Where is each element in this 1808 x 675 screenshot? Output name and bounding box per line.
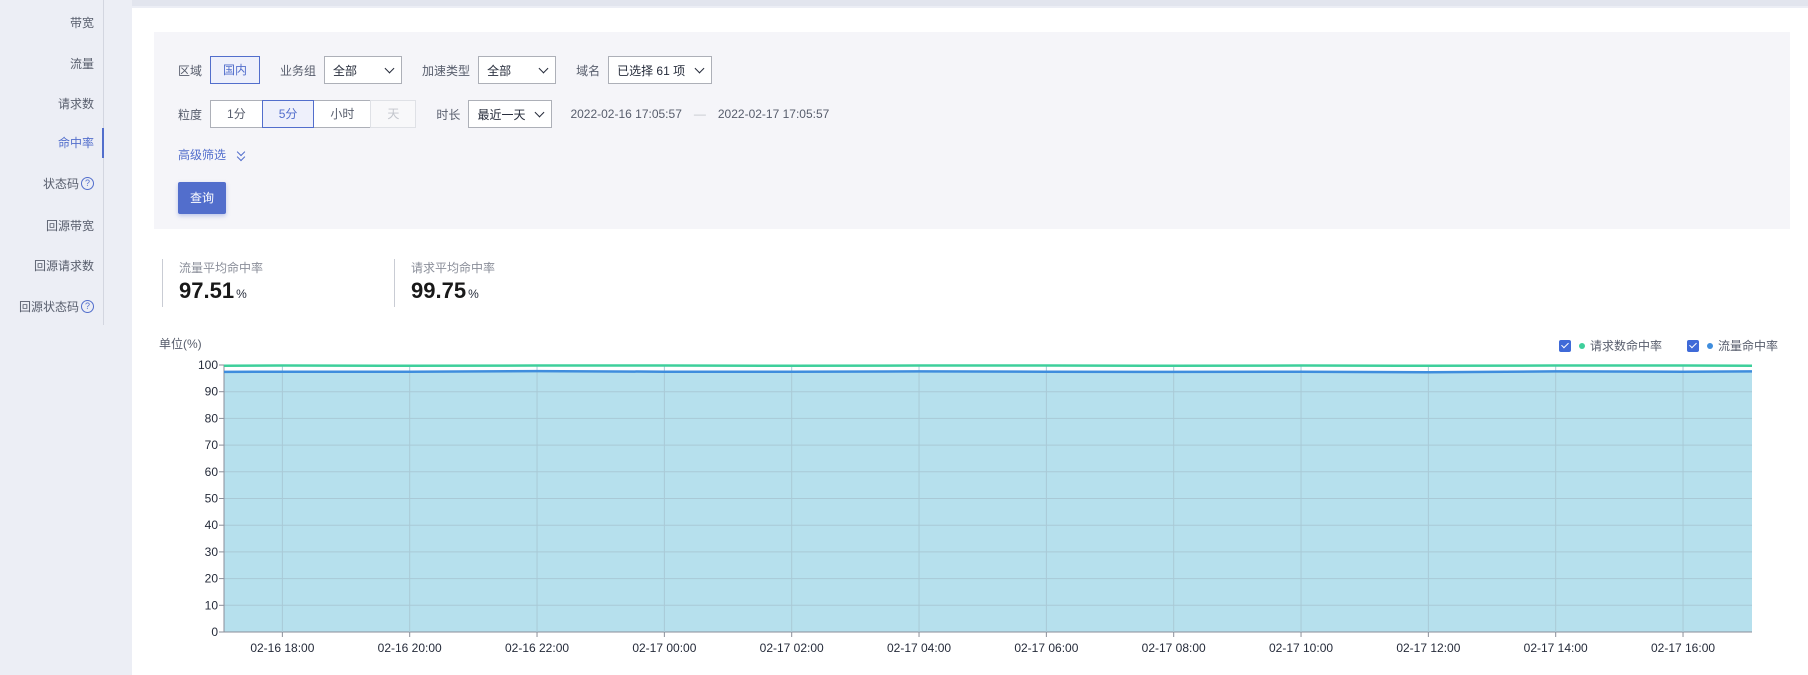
x-tick-label: 02-17 16:00 (1651, 641, 1715, 655)
x-tick-label: 02-17 12:00 (1396, 641, 1460, 655)
sidebar-item-label: 流量 (69, 57, 94, 71)
area-fill (224, 371, 1752, 632)
sidebar-item-label: 回源带宽 (45, 219, 94, 233)
x-tick-label: 02-17 10:00 (1269, 641, 1333, 655)
y-tick-label: 60 (205, 465, 219, 479)
x-tick-label: 02-17 04:00 (887, 641, 951, 655)
sidebar-item-origin-requests[interactable]: 回源请求数 (34, 251, 94, 281)
top-strip (132, 0, 1808, 6)
region-option-domestic[interactable]: 国内 (210, 56, 261, 84)
sidebar-item-label: 回源请求数 (33, 259, 94, 273)
main-card: 区域 国内 业务组 全部 加速类型 全部 域名 已选择 61 项 粒度 1分 5… (132, 8, 1808, 675)
granularity-option-5min[interactable]: 5分 (261, 100, 315, 128)
sidebar-item-label: 带宽 (69, 16, 94, 30)
help-icon[interactable]: ? (81, 300, 94, 314)
sidebar-rail (103, 0, 104, 325)
y-tick-label: 20 (205, 572, 219, 586)
x-tick-label: 02-16 18:00 (250, 641, 314, 655)
hit-rate-chart: 0 10 20 30 40 50 60 70 80 90 100 02-16 18:00 02-16 2… (198, 358, 1753, 655)
sidebar-active-indicator (102, 128, 104, 158)
x-tick-label: 02-17 02:00 (760, 641, 824, 655)
series-line-traffic-hit-rate (223, 369, 1753, 374)
sidebar-item-label: 命中率 (57, 136, 94, 150)
x-tick-label: 02-17 06:00 (1014, 641, 1078, 655)
help-icon[interactable]: ? (81, 177, 94, 191)
y-tick-label: 40 (205, 518, 219, 532)
y-tick-label: 50 (205, 492, 219, 506)
x-tick-label: 02-17 14:00 (1524, 641, 1588, 655)
x-tick-label: 02-16 22:00 (505, 641, 569, 655)
x-tick-label: 02-16 20:00 (378, 641, 442, 655)
sidebar-item-label: 请求数 (57, 97, 94, 111)
y-tick-label: 70 (205, 438, 219, 452)
sidebar-item-origin-status-code[interactable]: 回源状态码? (19, 292, 94, 322)
sidebar-item-bandwidth[interactable]: 带宽 (70, 8, 94, 38)
y-tick-label: 80 (205, 411, 219, 425)
region-selector: 国内 (210, 56, 261, 84)
y-tick-label: 0 (211, 625, 218, 639)
sidebar-item-traffic[interactable]: 流量 (70, 49, 94, 79)
sidebar-item-origin-bandwidth[interactable]: 回源带宽 (46, 211, 94, 241)
sidebar-item-requests[interactable]: 请求数 (58, 89, 94, 119)
y-tick-label: 100 (198, 358, 218, 372)
sidebar-item-label: 回源状态码 (18, 300, 79, 314)
x-tick-label: 02-17 00:00 (632, 641, 696, 655)
sidebar-nav: 带宽 流量 请求数 命中率 状态码? 回源带宽 回源请求数 回源状态码? (0, 0, 104, 675)
sidebar-item-label: 状态码 (42, 177, 79, 191)
y-tick-label: 30 (205, 545, 219, 559)
y-tick-label: 90 (205, 385, 219, 399)
y-tick-label: 10 (205, 598, 219, 612)
sidebar-item-status-code[interactable]: 状态码? (43, 169, 94, 199)
x-tick-label: 02-17 08:00 (1142, 641, 1206, 655)
sidebar-item-hit-rate[interactable]: 命中率 (58, 128, 94, 158)
